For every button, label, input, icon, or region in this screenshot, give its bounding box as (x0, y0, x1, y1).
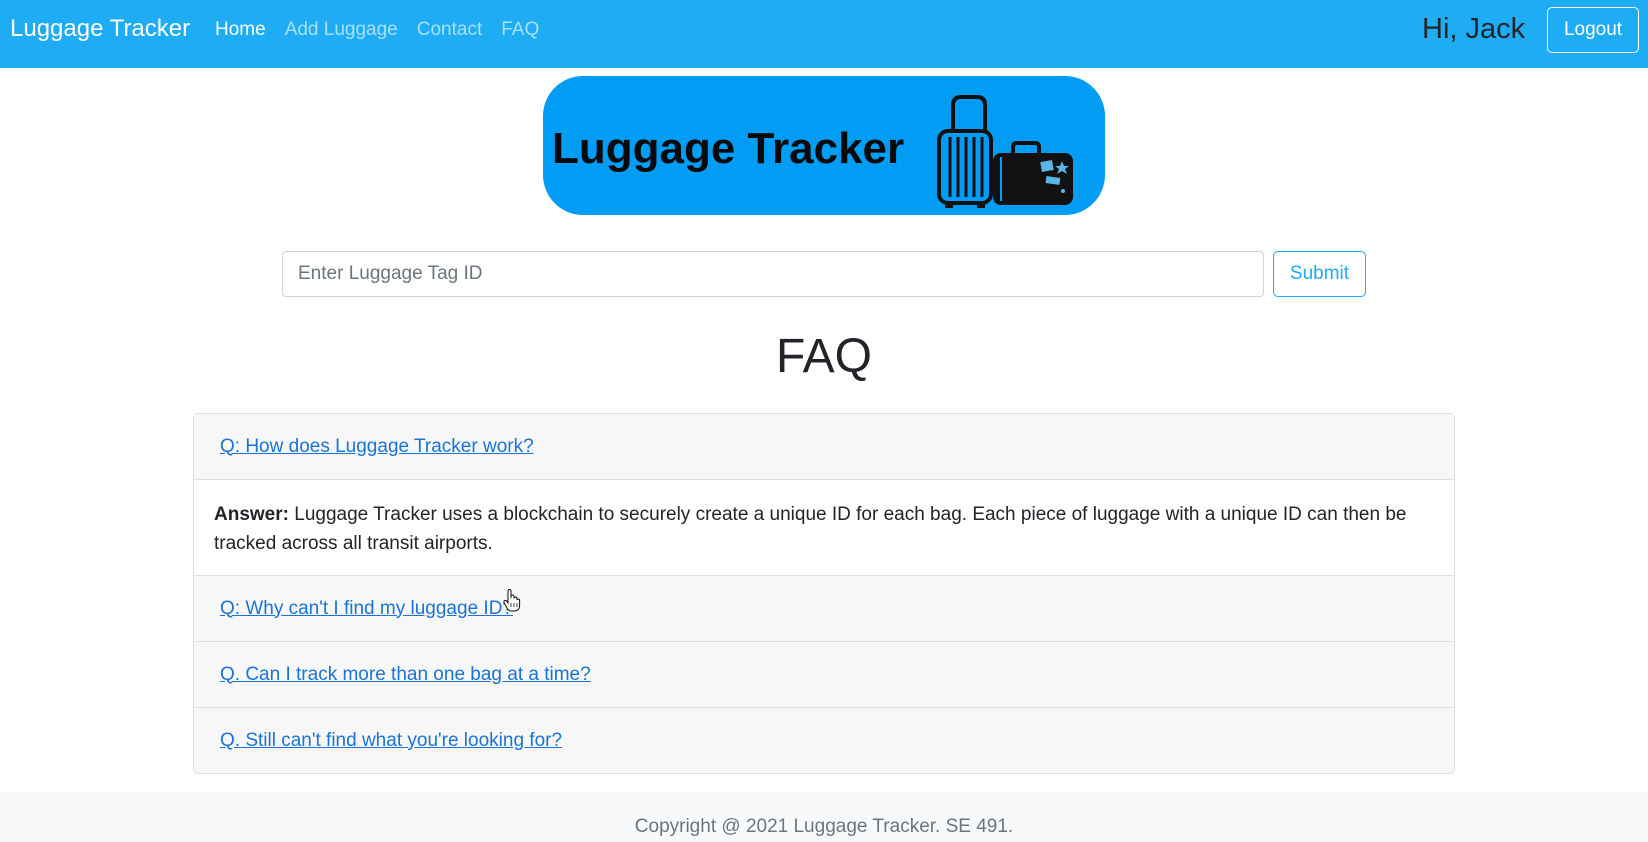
faq-question-row: Q. Still can't find what you're looking … (194, 708, 1454, 773)
faq-question-how-it-works[interactable]: Q: How does Luggage Tracker work? (220, 434, 534, 460)
faq-question-row: Q. Can I track more than one bag at a ti… (194, 642, 1454, 708)
faq-question-track-multiple[interactable]: Q. Can I track more than one bag at a ti… (220, 662, 591, 688)
logout-button[interactable]: Logout (1547, 7, 1639, 53)
hand-pointer-cursor-icon (503, 589, 521, 612)
navbar: Luggage Tracker Home Add Luggage Contact… (0, 0, 1648, 68)
submit-button[interactable]: Submit (1273, 251, 1366, 297)
faq-answer: Answer: Luggage Tracker uses a blockchai… (194, 480, 1454, 576)
copyright-text: Copyright @ 2021 Luggage Tracker. SE 491… (634, 816, 1014, 837)
faq-question-cant-find-id[interactable]: Q: Why can't I find my luggage ID? (220, 596, 513, 622)
page-title: FAQ (775, 330, 873, 383)
navbar-brand[interactable]: Luggage Tracker (10, 14, 190, 44)
user-greeting: Hi, Jack (1422, 13, 1526, 45)
banner-title: Luggage Tracker (552, 124, 905, 173)
faq-question-row: Q: Why can't I find my luggage ID? (194, 576, 1454, 642)
nav-links: Home Add Luggage Contact FAQ (215, 17, 558, 43)
answer-text: Luggage Tracker uses a blockchain to sec… (214, 504, 1407, 554)
faq-question-still-cant-find[interactable]: Q. Still can't find what you're looking … (220, 728, 562, 754)
nav-link-home[interactable]: Home (215, 17, 266, 43)
faq-question-row: Q: How does Luggage Tracker work? (194, 414, 1454, 480)
faq-accordion: Q: How does Luggage Tracker work? Answer… (193, 413, 1455, 774)
nav-link-add-luggage[interactable]: Add Luggage (285, 17, 398, 43)
footer: Copyright @ 2021 Luggage Tracker. SE 491… (0, 792, 1648, 842)
nav-link-faq[interactable]: FAQ (501, 17, 539, 43)
luggage-icon (937, 95, 1073, 208)
banner-logo: Luggage Tracker (543, 76, 1105, 215)
luggage-tag-input[interactable] (282, 251, 1264, 297)
nav-link-contact[interactable]: Contact (417, 17, 482, 43)
answer-label: Answer: (214, 504, 289, 525)
